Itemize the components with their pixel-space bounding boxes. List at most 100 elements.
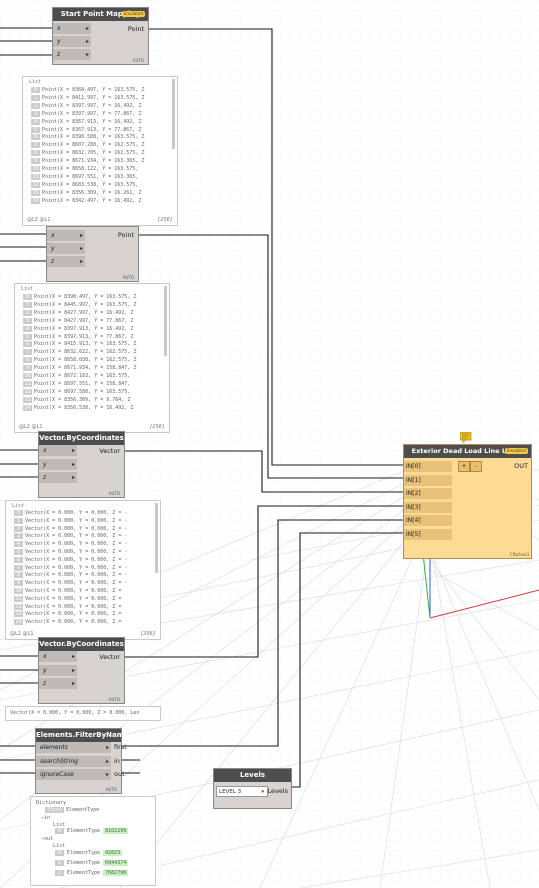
output-port-first[interactable]: first — [114, 742, 127, 753]
output-port-out[interactable]: OUT — [514, 461, 528, 472]
list-value: Point(X = 8368.497, Y = 163.575, Z — [42, 87, 145, 93]
input-port-z[interactable]: z ▸ — [53, 49, 91, 60]
vector-by-coordinates-node-2[interactable]: Vector.ByCoordinates x ▸ y ▸ z ▸ Vector AUT… — [38, 637, 125, 704]
list-index: 10 — [23, 373, 32, 379]
output-port-point[interactable]: Point — [118, 230, 134, 241]
input-port-z[interactable]: z ▸ — [39, 472, 77, 483]
lacing-label[interactable]: AUTO — [106, 787, 117, 792]
point-node[interactable]: x ▸ y ▸ z ▸ Point AUTO — [46, 226, 139, 282]
element-type-label: ElementType — [67, 870, 101, 876]
element-id-link[interactable]: 8102299 — [103, 828, 129, 834]
input-port-y[interactable]: y ▸ — [39, 459, 77, 470]
list-index: 2 — [55, 870, 64, 876]
input-port-z[interactable]: z ▸ — [47, 256, 85, 267]
input-port-y[interactable]: y ▸ — [47, 243, 85, 254]
input-port-in3[interactable]: IN[3] — [404, 501, 452, 513]
port-arrow-icon: ▸ — [85, 38, 89, 45]
input-port-ignore-case[interactable]: ignoreCase ▸ — [36, 769, 111, 780]
input-port-in2[interactable]: IN[2] — [404, 488, 452, 500]
levels-node[interactable]: Levels LEVEL 3 ▾ Levels — [213, 768, 292, 809]
engine-label: CPython3 — [509, 552, 529, 557]
input-port-x[interactable]: x ▸ — [47, 230, 85, 241]
out-list-label: List — [53, 843, 66, 849]
dictionary-preview[interactable]: Dictionary first ElementType −in List 0 E… — [30, 796, 156, 886]
input-port-x[interactable]: x ▸ — [39, 445, 77, 456]
list-index: 2 — [14, 525, 23, 532]
output-port-point[interactable]: Point — [128, 24, 144, 35]
start-point-mapping-node[interactable]: Start Point Mapping Emulated x ▸ y ▸ z ▸ Poi… — [52, 7, 149, 65]
output-port-vector[interactable]: Vector — [99, 652, 120, 663]
list-index: 12 — [31, 181, 40, 188]
input-port-in4[interactable]: IN[4] — [404, 515, 452, 527]
element-id-link[interactable]: 42823 — [103, 850, 123, 856]
list-item: 10 Point(X = 8672.163, Y = 163.575, — [23, 373, 130, 379]
watch-preview-points-1[interactable]: List 0 Point(X = 8368.497, Y = 163.575, Z… — [22, 76, 178, 226]
input-port-y[interactable]: y ▸ — [39, 665, 77, 676]
list-item: 1 Vector(X = 0.000, Y = 0.000, Z = - — [14, 517, 127, 524]
list-value: Vector(X = 0.000, Y = 0.000, Z = — [25, 588, 122, 594]
list-value: Vector(X = 0.000, Y = 0.000, Z = - — [25, 572, 128, 579]
output-port-in[interactable]: in — [114, 756, 120, 767]
list-item: 4 Vector(X = 0.000, Y = 0.000, Z = - — [14, 541, 127, 548]
preview-vector-2[interactable]: Vector(X = 0.000, Y = 0.000, Z = 0.000, … — [5, 706, 161, 721]
lacing-label[interactable]: AUTO — [133, 58, 144, 63]
list-item: 10 Point(X = 8658.122, Y = 163.575, — [31, 166, 138, 172]
list-item: 9 Vector(X = 0.000, Y = 0.000, Z = - — [14, 580, 128, 587]
note-icon[interactable] — [459, 428, 472, 444]
input-port-search-string[interactable]: searchString ▸ — [36, 756, 111, 767]
input-port-z[interactable]: z ▸ — [39, 678, 77, 689]
lacing-label[interactable]: AUTO — [109, 697, 120, 702]
list-index: 10 — [31, 166, 40, 172]
elements-filter-by-name-node[interactable]: Elements.FilterByName elements ▸ searchSt… — [35, 728, 129, 794]
list-item: 13 Point(X = 8356.309, Y = 16.261, Z — [31, 189, 142, 196]
list-value: Point(X = 8398.497, Y = 163.575, Z — [34, 294, 137, 300]
list-index: 8 — [31, 150, 40, 157]
remove-input-button[interactable]: - — [470, 461, 482, 472]
list-value: Point(X = 8697.580, Y = 163.575, — [34, 388, 131, 395]
dictionary-label: Dictionary — [36, 800, 67, 806]
list-value: Vector(X = 0.000, Y = 0.000, Z = - — [25, 556, 128, 563]
watch-preview-points-2[interactable]: List 0 Point(X = 8398.497, Y = 163.575, Z… — [14, 283, 170, 433]
python-script-node-exterior-dead-load[interactable]: Exterior Dead Load Line Loads Emulated IN… — [403, 444, 532, 559]
output-port-vector[interactable]: Vector — [99, 446, 120, 457]
input-port-in1[interactable]: IN[1] — [404, 474, 452, 486]
input-port-x[interactable]: x ▸ — [39, 651, 77, 662]
output-port-out[interactable]: out — [114, 769, 125, 780]
scrollbar[interactable] — [164, 286, 167, 356]
input-port-in5[interactable]: IN[5] — [404, 529, 452, 540]
list-index: 6 — [14, 556, 23, 563]
list-value: Point(X = 8697.551, Y = 163.365, — [42, 173, 139, 180]
list-value: Vector(X = 0.000, Y = 0.000, Z = - — [25, 564, 128, 571]
lacing-label[interactable]: AUTO — [123, 275, 134, 280]
list-index: 7 — [14, 564, 23, 571]
vector-by-coordinates-node-1[interactable]: Vector.ByCoordinates x ▸ y ▸ z ▸ Vector AUT… — [38, 431, 125, 498]
list-value: Point(X = 8356.309, Y = 16.261, Z — [42, 189, 142, 196]
add-input-button[interactable]: + — [458, 461, 470, 472]
list-index: 2 — [23, 309, 32, 316]
list-value: Point(X = 8367.913, Y = 16.492, Z — [42, 118, 142, 125]
list-value: Vector(X = 0.000, Y = 0.000, Z = - — [25, 580, 128, 587]
element-id-link[interactable]: 6944374 — [103, 860, 129, 866]
scrollbar[interactable] — [172, 79, 175, 149]
list-value: Point(X = 8697.551, Y = 158.847, — [34, 380, 131, 387]
list-index: 10 — [14, 588, 23, 594]
list-index: 8 — [14, 572, 23, 579]
output-port-levels[interactable]: Levels — [267, 786, 288, 797]
levels-dropdown[interactable]: LEVEL 3 ▾ — [216, 786, 268, 797]
list-item: 3 Point(X = 8397.997, Y = 77.867, Z — [31, 110, 141, 117]
scrollbar[interactable] — [155, 503, 158, 573]
list-value: Point(X = 8397.913, Y = 16.492, Z — [34, 325, 134, 332]
node-title: Vector.ByCoordinates — [39, 638, 124, 651]
list-value: Vector(X = 0.000, Y = 0.000, Z = — [25, 595, 122, 602]
input-port-y[interactable]: y ▸ — [53, 36, 91, 47]
input-port-in0[interactable]: IN[0] — [404, 461, 452, 472]
input-port-x[interactable]: x ▸ — [53, 23, 91, 34]
watch-preview-vectors[interactable]: List 0 Vector(X = 0.000, Y = 0.000, Z = -… — [5, 500, 161, 640]
element-id-link[interactable]: 7682790 — [103, 870, 129, 876]
list-item: 2 Point(X = 8427.997, Y = 16.492, Z — [23, 309, 133, 316]
list-index: 2 — [31, 102, 40, 109]
port-arrow-icon: ▸ — [71, 474, 75, 481]
input-port-elements[interactable]: elements ▸ — [36, 742, 111, 753]
list-item: 7 Point(X = 8607.288, Y = 162.575, Z — [31, 142, 144, 149]
lacing-label[interactable]: AUTO — [109, 491, 120, 496]
